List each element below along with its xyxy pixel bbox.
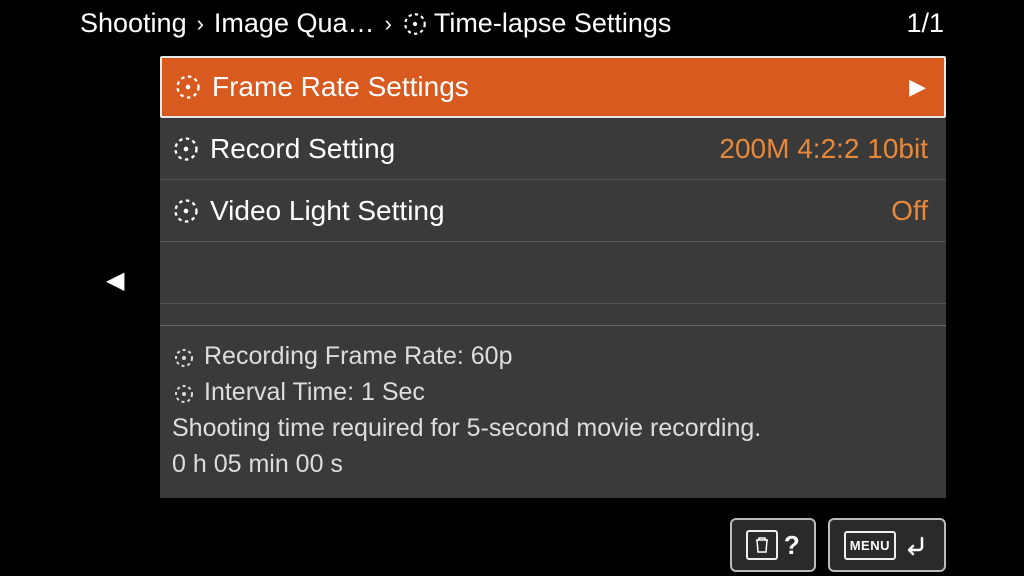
timelapse-icon [172,135,200,163]
menu-item-label: Record Setting [210,133,719,165]
bottom-toolbar: ? MENU [730,518,946,572]
menu-item-video-light-setting[interactable]: Video Light Setting Off [160,180,946,242]
menu-item-frame-rate-settings[interactable]: Frame Rate Settings ▶ [160,56,946,118]
menu-item-label: Frame Rate Settings [212,71,909,103]
nav-left-icon[interactable]: ◀ [106,266,124,295]
menu-label: MENU [844,531,896,560]
blank-menu-row [160,242,946,304]
trash-icon [746,530,778,560]
info-shooting-time-label: Shooting time required for 5-second movi… [172,410,928,446]
breadcrumb-level1[interactable]: Shooting [80,8,187,39]
return-icon [902,531,930,559]
timelapse-icon [172,197,200,225]
divider [160,304,946,326]
help-label: ? [784,530,800,561]
menu-list: Frame Rate Settings ▶ Record Setting 200… [160,56,946,498]
chevron-right-icon: ▶ [909,74,926,100]
help-button[interactable]: ? [730,518,816,572]
menu-item-record-setting[interactable]: Record Setting 200M 4:2:2 10bit [160,118,946,180]
info-shooting-time-value: 0 h 05 min 00 s [172,446,928,482]
timelapse-icon [172,380,196,404]
breadcrumb-level3: Time-lapse Settings [434,8,672,39]
timelapse-icon [172,344,196,368]
breadcrumb-level2[interactable]: Image Qua… [214,8,375,39]
menu-item-value: Off [891,195,928,227]
page-indicator: 1/1 [906,8,944,39]
breadcrumb: Shooting › Image Qua… › Time-lapse Setti… [80,0,944,49]
info-text: Recording Frame Rate: 60p [204,338,512,374]
info-panel: Recording Frame Rate: 60p Interval Time:… [160,326,946,498]
menu-item-label: Video Light Setting [210,195,891,227]
menu-back-button[interactable]: MENU [828,518,946,572]
info-frame-rate: Recording Frame Rate: 60p [172,338,928,374]
info-interval-time: Interval Time: 1 Sec [172,374,928,410]
chevron-right-icon: › [193,11,208,37]
chevron-right-icon: › [381,11,396,37]
timelapse-icon [174,73,202,101]
info-text: Interval Time: 1 Sec [204,374,425,410]
menu-item-value: 200M 4:2:2 10bit [719,133,928,165]
timelapse-icon [402,11,428,37]
